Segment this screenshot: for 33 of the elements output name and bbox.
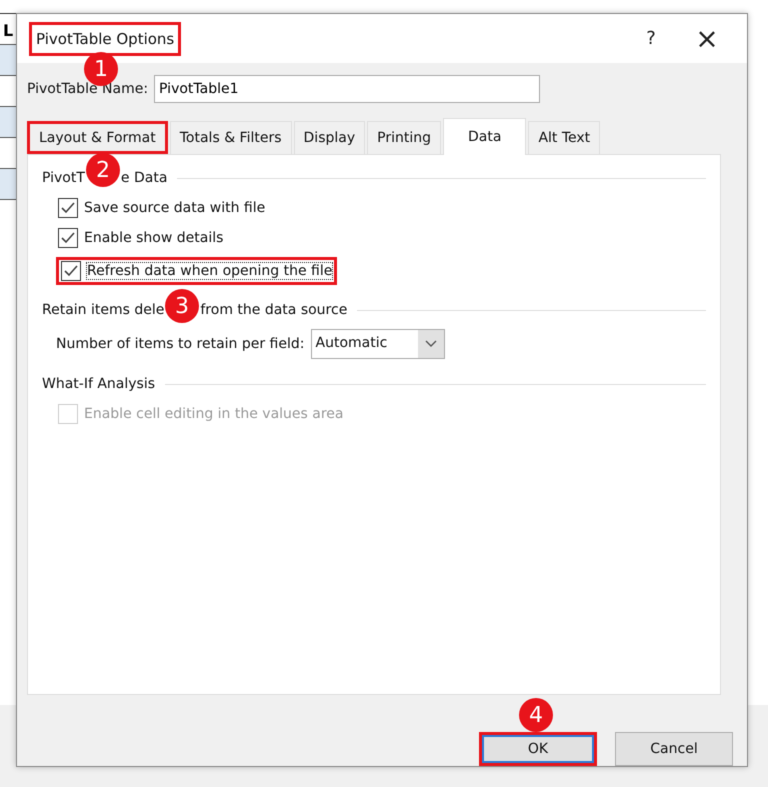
check-icon: [64, 265, 78, 277]
caret-icon: [418, 330, 444, 358]
checkbox-label: Enable cell editing in the values area: [84, 406, 344, 422]
tab[interactable]: Layout & Format: [27, 121, 168, 154]
sheet-cell: [0, 107, 16, 138]
section-title: from the data source: [200, 302, 348, 318]
checkbox[interactable]: [58, 198, 78, 218]
checkbox-label: Refresh data when opening the file: [87, 263, 332, 279]
checkbox[interactable]: [61, 261, 81, 281]
sheet-cell: [0, 169, 16, 200]
ok-button[interactable]: OK: [479, 732, 597, 766]
name-field[interactable]: PivotTable1: [154, 75, 540, 103]
window-title: PivotTable Options: [29, 22, 182, 56]
cancel-button[interactable]: Cancel: [615, 732, 733, 766]
check-icon: [61, 202, 75, 214]
close-button[interactable]: ×: [679, 18, 735, 58]
tab[interactable]: Totals & Filters: [170, 121, 292, 154]
checkbox[interactable]: [58, 228, 78, 248]
section-title: PivotT: [42, 170, 85, 186]
sheet-cell: [0, 45, 16, 76]
tab[interactable]: Printing: [367, 121, 441, 154]
section-title: e Data: [120, 170, 168, 186]
field-label: Number of items to retain per field:: [56, 336, 304, 352]
tab[interactable]: Display: [294, 121, 366, 154]
dropdown[interactable]: Automatic: [310, 329, 444, 359]
check-icon: [61, 232, 75, 244]
help-button[interactable]: ?: [623, 18, 679, 58]
checkbox-label: Enable show details: [84, 230, 224, 246]
tab[interactable]: Data: [443, 118, 526, 155]
section-title: Retain items dele: [42, 302, 164, 318]
checkbox-label: Save source data with file: [84, 200, 266, 216]
tab[interactable]: Alt Text: [528, 121, 600, 154]
section-title: What-If Analysis: [42, 376, 156, 392]
